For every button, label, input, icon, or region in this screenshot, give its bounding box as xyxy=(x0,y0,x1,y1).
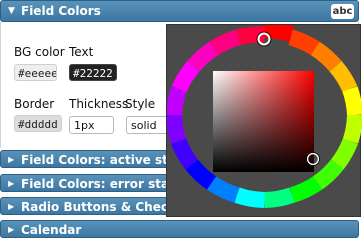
chevron-right-icon: ▶ xyxy=(8,179,15,188)
chevron-right-icon: ▶ xyxy=(8,225,15,234)
color-picker-popup[interactable] xyxy=(166,24,362,217)
border-label: Border xyxy=(14,97,55,111)
panel-title: Calendar xyxy=(21,223,82,237)
border-color-swatch[interactable]: #ddddd xyxy=(14,115,62,132)
saturation-value-square[interactable] xyxy=(213,71,314,172)
style-label: Style xyxy=(125,97,156,111)
field-colors-header[interactable]: ▼ Field Colors abc xyxy=(0,0,359,22)
text-color-swatch[interactable]: #22222 xyxy=(69,64,117,81)
thickness-label: Thickness xyxy=(69,97,129,111)
panel-title: Field Colors xyxy=(21,4,101,18)
text-color-label: Text xyxy=(69,45,94,59)
bg-color-swatch[interactable]: #eeeeee xyxy=(14,64,57,81)
panel-title: Field Colors: error state xyxy=(21,177,183,191)
chevron-right-icon: ▶ xyxy=(8,155,15,164)
panel-calendar[interactable]: ▶ Calendar xyxy=(0,220,359,238)
panel-title: Field Colors: active state xyxy=(21,153,190,167)
chevron-right-icon: ▶ xyxy=(8,202,15,211)
bg-color-label: BG color xyxy=(14,45,65,59)
thickness-input[interactable]: 1px xyxy=(69,116,114,134)
chevron-down-icon: ▼ xyxy=(8,6,15,16)
preview-badge[interactable]: abc xyxy=(331,4,354,19)
